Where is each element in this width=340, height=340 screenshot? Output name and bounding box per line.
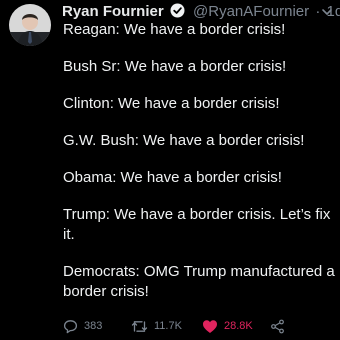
tweet-line-bush-sr: Bush Sr: We have a border crisis!	[63, 58, 287, 75]
retweet-count: 11.7K	[154, 320, 182, 332]
avatar-photo	[9, 4, 51, 46]
tweet-line-trump: Trump: We have a border crisis. Let’s fi…	[63, 206, 331, 243]
author-name[interactable]: Ryan Fournier	[62, 3, 164, 20]
share-icon	[271, 319, 284, 333]
tweet-card: Ryan Fournier @RyanAFournier · 1d Reagan…	[0, 0, 340, 340]
chevron-down-icon[interactable]	[320, 5, 334, 19]
tweet-line-gw-bush: G.W. Bush: We have a border crisis!	[63, 132, 305, 149]
avatar[interactable]	[9, 4, 51, 46]
like-button[interactable]: 28.8K	[202, 316, 253, 336]
retweet-icon	[131, 320, 148, 332]
reply-button[interactable]: 383	[63, 316, 102, 336]
tweet-line-obama: Obama: We have a border crisis!	[63, 169, 282, 186]
reply-count: 383	[84, 320, 103, 332]
tweet-actions: 383 11.7K 28.8K	[63, 316, 338, 336]
reply-icon	[63, 319, 78, 333]
author-handle[interactable]: @RyanAFournier	[193, 3, 309, 20]
retweet-button[interactable]: 11.7K	[131, 316, 182, 336]
tweet-line-reagan: Reagan: We have a border crisis!	[63, 21, 286, 38]
verified-badge-icon	[170, 3, 185, 18]
tweet-body: Reagan: We have a border crisis! Bush Sr…	[63, 20, 335, 319]
tweet-line-democrats: Democrats: OMG Trump manufactured a bord…	[63, 263, 335, 300]
heart-icon	[203, 319, 217, 333]
tweet-line-clinton: Clinton: We have a border crisis!	[63, 95, 280, 112]
like-count: 28.8K	[224, 320, 253, 332]
share-button[interactable]	[270, 316, 291, 336]
tweet-header: Ryan Fournier @RyanAFournier · 1d	[62, 3, 340, 21]
